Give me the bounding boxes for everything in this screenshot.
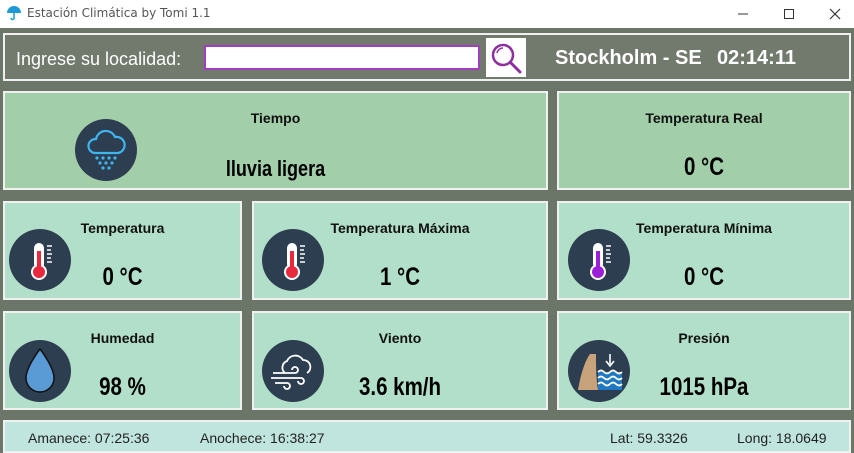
sunset-text: Anochece: 16:38:27 <box>200 430 325 446</box>
search-button[interactable] <box>486 38 526 77</box>
close-button[interactable] <box>812 0 854 28</box>
search-label: Ingrese su localidad: <box>16 49 182 69</box>
weather-card: Tiempo lluvia ligera <box>3 91 548 190</box>
maximize-button[interactable] <box>766 0 812 28</box>
min-temperature-card: Temperatura Mínima 0 °C <box>557 201 851 300</box>
weather-value: lluvia ligera <box>225 156 326 181</box>
real-temperature-value: 0 °C <box>683 153 725 181</box>
wind-value: 3.6 km/h <box>358 373 442 401</box>
clock-display: 02:14:11 <box>717 47 796 69</box>
longitude-text: Long: 18.0649 <box>737 430 827 446</box>
close-icon <box>829 8 841 20</box>
temperature-card: Temperatura 0 °C <box>3 201 242 300</box>
pressure-value: 1015 hPa <box>659 373 749 401</box>
wind-card: Viento 3.6 km/h <box>252 311 548 410</box>
minimize-button[interactable] <box>720 0 766 28</box>
real-temperature-title: Temperatura Real <box>645 110 763 126</box>
pressure-card: Presión 1015 hPa <box>557 311 851 410</box>
latitude-text: Lat: 59.3326 <box>610 430 688 446</box>
search-bar: Ingrese su localidad: Stockholm - SE 02:… <box>3 33 851 81</box>
wind-title: Viento <box>378 330 422 346</box>
min-temperature-value: 0 °C <box>683 263 725 291</box>
minimize-icon <box>738 13 748 15</box>
window-title: Estación Climática by Tomi 1.1 <box>27 6 211 20</box>
temperature-value: 0 °C <box>102 263 143 291</box>
sunrise-text: Amanece: 07:25:36 <box>28 430 150 446</box>
search-icon <box>491 43 522 73</box>
title-bar: Estación Climática by Tomi 1.1 <box>0 0 854 28</box>
umbrella-icon <box>7 6 21 21</box>
min-temperature-title: Temperatura Mínima <box>636 220 772 236</box>
humidity-card: Humedad 98 % <box>3 311 242 410</box>
humidity-value: 98 % <box>99 373 146 401</box>
maximize-icon <box>784 9 794 19</box>
temperature-title: Temperatura <box>80 220 165 236</box>
max-temperature-value: 1 °C <box>379 263 421 291</box>
location-display: Stockholm - SE <box>555 47 702 69</box>
location-input[interactable] <box>204 45 480 70</box>
real-temperature-card: Temperatura Real 0 °C <box>557 91 851 190</box>
max-temperature-title: Temperatura Máxima <box>330 220 470 236</box>
weather-title: Tiempo <box>250 110 301 126</box>
footer-bar: Amanece: 07:25:36 Anochece: 16:38:27 Lat… <box>3 420 851 453</box>
max-temperature-card: Temperatura Máxima 1 °C <box>252 201 548 300</box>
humidity-title: Humedad <box>90 330 155 346</box>
pressure-title: Presión <box>678 330 730 346</box>
